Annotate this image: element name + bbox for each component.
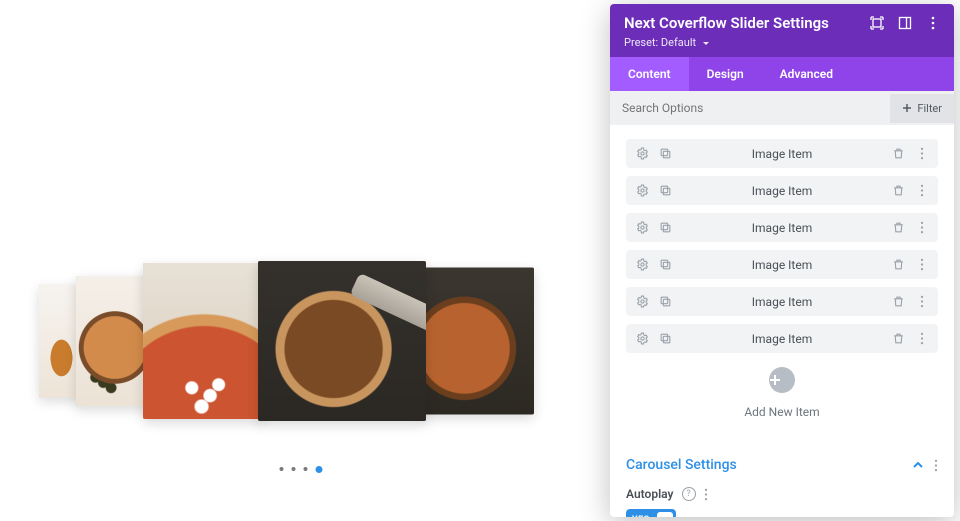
- image-item-label: Image Item: [752, 258, 812, 272]
- duplicate-icon[interactable]: [659, 184, 672, 197]
- image-item-label: Image Item: [752, 184, 812, 198]
- trash-icon[interactable]: [892, 295, 905, 308]
- tab-content[interactable]: Content: [610, 57, 689, 91]
- add-item-label: Add New Item: [626, 405, 938, 419]
- slide-3-active[interactable]: [258, 261, 426, 421]
- kebab-icon[interactable]: [915, 258, 928, 271]
- image-item-label: Image Item: [752, 332, 812, 346]
- autoplay-label: Autoplay: [626, 487, 674, 501]
- pagination-dot[interactable]: [279, 467, 283, 471]
- tabs: Content Design Advanced: [610, 57, 954, 91]
- pagination-dot[interactable]: [303, 467, 307, 471]
- gear-icon[interactable]: [636, 147, 649, 160]
- gear-icon[interactable]: [636, 295, 649, 308]
- kebab-icon[interactable]: [704, 488, 708, 501]
- duplicate-icon[interactable]: [659, 258, 672, 271]
- kebab-icon[interactable]: [915, 295, 928, 308]
- image-item-label: Image Item: [752, 221, 812, 235]
- duplicate-icon[interactable]: [659, 147, 672, 160]
- section-title: Carousel Settings: [626, 457, 737, 473]
- trash-icon[interactable]: [892, 332, 905, 345]
- kebab-icon[interactable]: [926, 16, 940, 30]
- panel-body: Image Item Image Item: [610, 125, 954, 517]
- image-item-label: Image Item: [752, 147, 812, 161]
- settings-panel: Next Coverflow Slider Settings Preset: D…: [610, 4, 954, 517]
- filter-label: Filter: [917, 102, 942, 115]
- trash-icon[interactable]: [892, 184, 905, 197]
- help-icon[interactable]: ?: [682, 487, 696, 501]
- gear-icon[interactable]: [636, 332, 649, 345]
- search-bar: Filter: [610, 91, 954, 125]
- image-item-row[interactable]: Image Item: [626, 287, 938, 316]
- trash-icon[interactable]: [892, 258, 905, 271]
- image-item-label: Image Item: [752, 295, 812, 309]
- image-item-row[interactable]: Image Item: [626, 324, 938, 353]
- tab-design[interactable]: Design: [689, 57, 762, 91]
- image-item-row[interactable]: Image Item: [626, 213, 938, 242]
- add-item-button[interactable]: [769, 367, 795, 393]
- duplicate-icon[interactable]: [659, 332, 672, 345]
- trash-icon[interactable]: [892, 147, 905, 160]
- kebab-icon[interactable]: [915, 184, 928, 197]
- preset-value: Default: [661, 36, 696, 49]
- kebab-icon[interactable]: [915, 221, 928, 234]
- carousel-settings-header[interactable]: Carousel Settings: [626, 457, 938, 477]
- slide-2[interactable]: [143, 263, 265, 419]
- image-item-row[interactable]: Image Item: [626, 139, 938, 168]
- preset-selector[interactable]: Preset: Default: [624, 36, 940, 49]
- gear-icon[interactable]: [636, 258, 649, 271]
- duplicate-icon[interactable]: [659, 295, 672, 308]
- pagination-dot-active[interactable]: [315, 466, 322, 473]
- gear-icon[interactable]: [636, 221, 649, 234]
- image-item-row[interactable]: Image Item: [626, 250, 938, 279]
- slider-pagination: [279, 466, 322, 473]
- coverflow-slider[interactable]: [21, 231, 581, 451]
- search-input[interactable]: [610, 91, 890, 125]
- image-item-row[interactable]: Image Item: [626, 176, 938, 205]
- chevron-up-icon[interactable]: [912, 459, 924, 471]
- kebab-icon[interactable]: [915, 147, 928, 160]
- kebab-icon[interactable]: [915, 332, 928, 345]
- slide-4[interactable]: [418, 267, 534, 414]
- panel-header: Next Coverflow Slider Settings Preset: D…: [610, 4, 954, 57]
- autoplay-toggle[interactable]: YES: [626, 509, 676, 517]
- tab-advanced[interactable]: Advanced: [762, 57, 851, 91]
- kebab-icon[interactable]: [934, 459, 938, 472]
- panel-layout-icon[interactable]: [898, 16, 912, 30]
- panel-title: Next Coverflow Slider Settings: [624, 14, 829, 32]
- gear-icon[interactable]: [636, 184, 649, 197]
- trash-icon[interactable]: [892, 221, 905, 234]
- expand-icon[interactable]: [870, 16, 884, 30]
- pagination-dot[interactable]: [291, 467, 295, 471]
- toggle-text: YES: [632, 515, 650, 517]
- preset-prefix: Preset:: [624, 36, 658, 49]
- image-items-list: Image Item Image Item: [626, 139, 938, 353]
- duplicate-icon[interactable]: [659, 221, 672, 234]
- preview-pane: [0, 0, 601, 521]
- filter-button[interactable]: Filter: [890, 94, 954, 123]
